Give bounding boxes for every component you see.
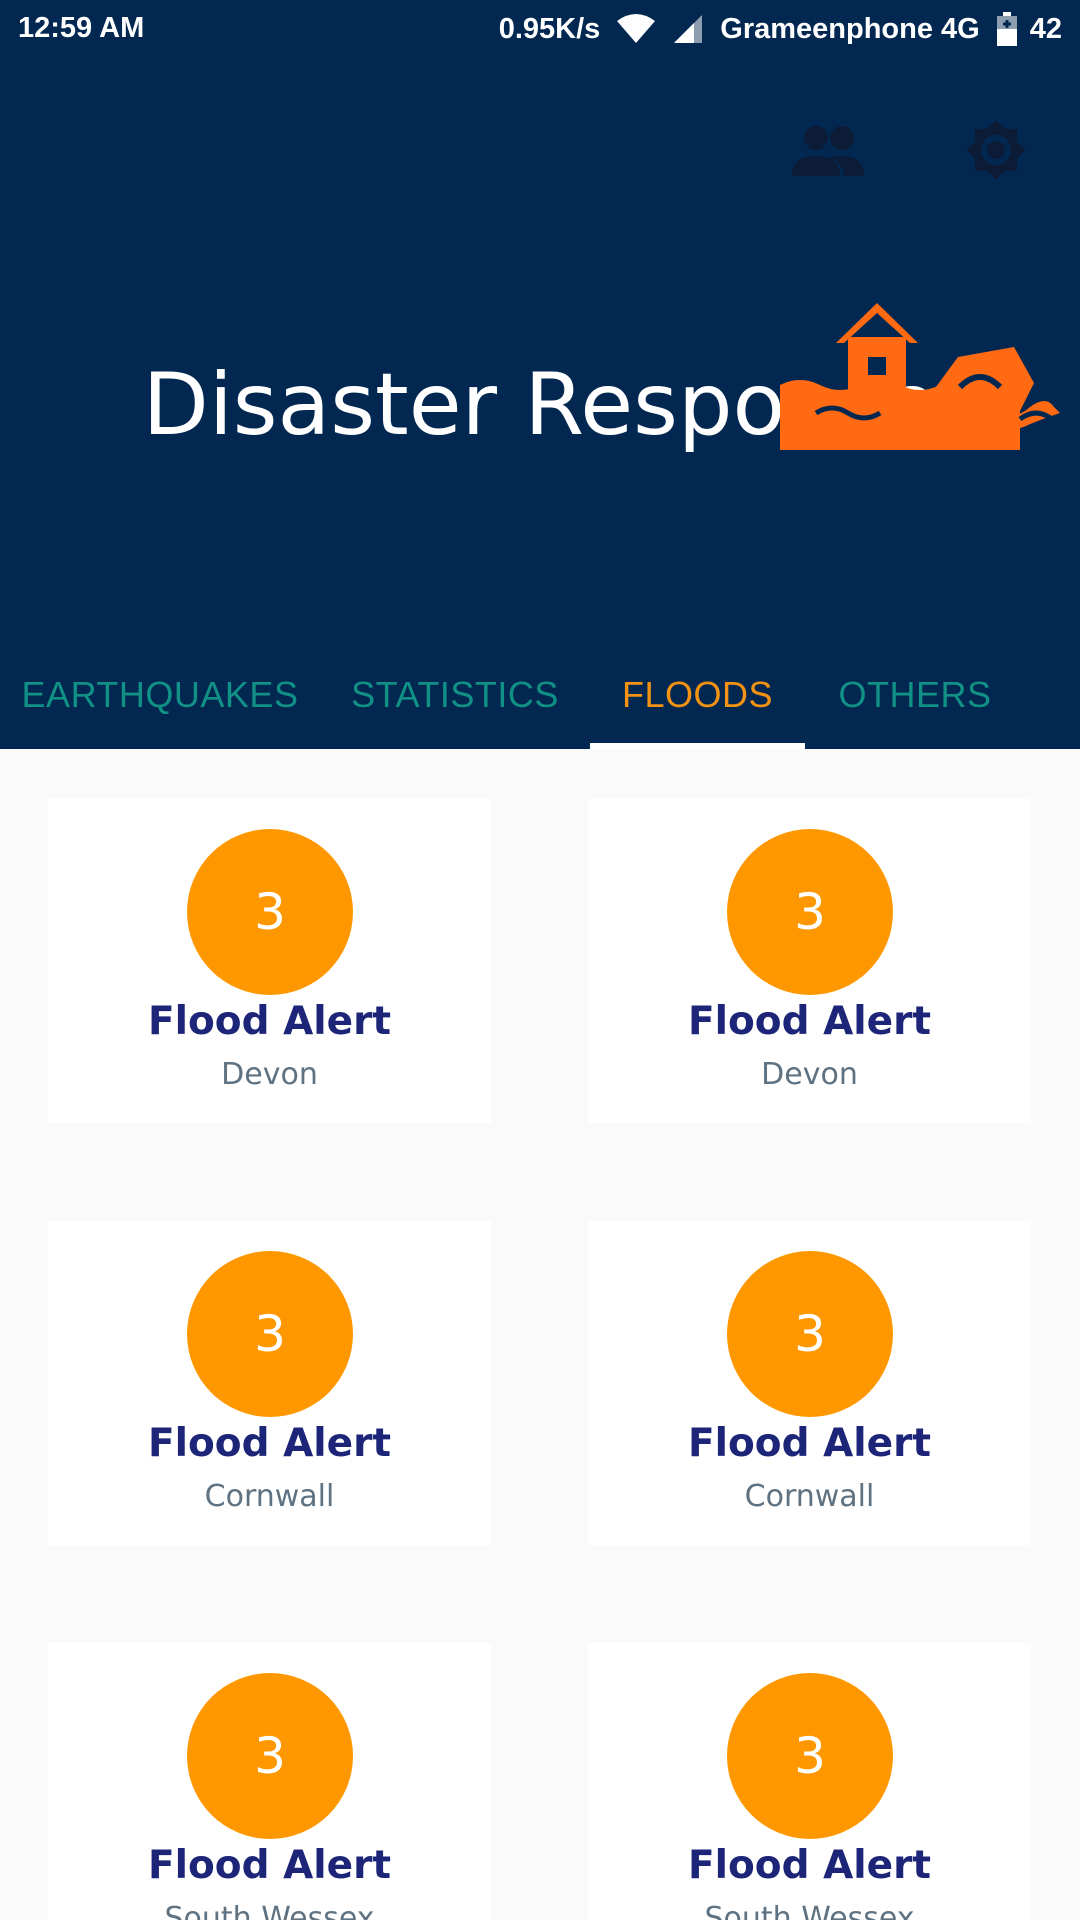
- alert-title: Flood Alert: [688, 1421, 931, 1466]
- alert-title: Flood Alert: [688, 1843, 931, 1888]
- alert-card[interactable]: 3 Flood Alert Devon: [588, 799, 1031, 1123]
- alert-card[interactable]: 3 Flood Alert South Wessex: [48, 1643, 491, 1920]
- alert-count-badge: 3: [727, 1251, 893, 1417]
- status-bar: 12:59 AM 0.95K/s Grameenphone 4G 42: [0, 0, 1080, 60]
- alert-location: Cornwall: [744, 1479, 875, 1514]
- alert-location: Devon: [761, 1057, 858, 1092]
- alert-title: Flood Alert: [148, 1843, 391, 1888]
- wifi-icon: [616, 13, 656, 45]
- carrier-name: Grameenphone 4G: [720, 12, 980, 45]
- alert-location: South Wessex: [704, 1901, 915, 1920]
- tab-statistics[interactable]: STATISTICS: [320, 640, 590, 749]
- tab-earthquakes[interactable]: EARTHQUAKES: [0, 640, 320, 749]
- alert-card[interactable]: 3 Flood Alert Devon: [48, 799, 491, 1123]
- alert-title: Flood Alert: [148, 1421, 391, 1466]
- settings-icon[interactable]: [956, 110, 1036, 190]
- app-header: 12:59 AM 0.95K/s Grameenphone 4G 42 Disa…: [0, 0, 1080, 749]
- alert-card[interactable]: 3 Flood Alert Cornwall: [588, 1221, 1031, 1545]
- tab-bar: EARTHQUAKES STATISTICS FLOODS OTHERS: [0, 640, 1080, 749]
- alert-title: Flood Alert: [148, 999, 391, 1044]
- alert-count-badge: 3: [187, 829, 353, 995]
- battery-icon: [996, 12, 1018, 46]
- alert-count-badge: 3: [187, 1673, 353, 1839]
- alert-location: South Wessex: [164, 1901, 375, 1920]
- alert-card[interactable]: 3 Flood Alert South Wessex: [588, 1643, 1031, 1920]
- flood-house-icon: [780, 295, 1080, 455]
- alert-count-badge: 3: [727, 1673, 893, 1839]
- alerts-grid: 3 Flood Alert Devon 3 Flood Alert Devon …: [0, 749, 1080, 1920]
- alert-location: Devon: [221, 1057, 318, 1092]
- alert-title: Flood Alert: [688, 999, 931, 1044]
- alert-count-badge: 3: [727, 829, 893, 995]
- network-speed: 0.95K/s: [498, 12, 601, 45]
- tab-others[interactable]: OTHERS: [805, 640, 1025, 749]
- status-indicators: 0.95K/s Grameenphone 4G 42: [499, 12, 1062, 46]
- alert-location: Cornwall: [204, 1479, 335, 1514]
- app-screen: 12:59 AM 0.95K/s Grameenphone 4G 42 Disa…: [0, 0, 1080, 1920]
- cell-signal-icon: [672, 13, 704, 45]
- status-time: 12:59 AM: [18, 12, 145, 44]
- alert-card[interactable]: 3 Flood Alert Cornwall: [48, 1221, 491, 1545]
- alert-count-badge: 3: [187, 1251, 353, 1417]
- people-icon[interactable]: [788, 110, 868, 190]
- battery-level: 42: [1029, 12, 1062, 45]
- tab-floods[interactable]: FLOODS: [590, 640, 805, 749]
